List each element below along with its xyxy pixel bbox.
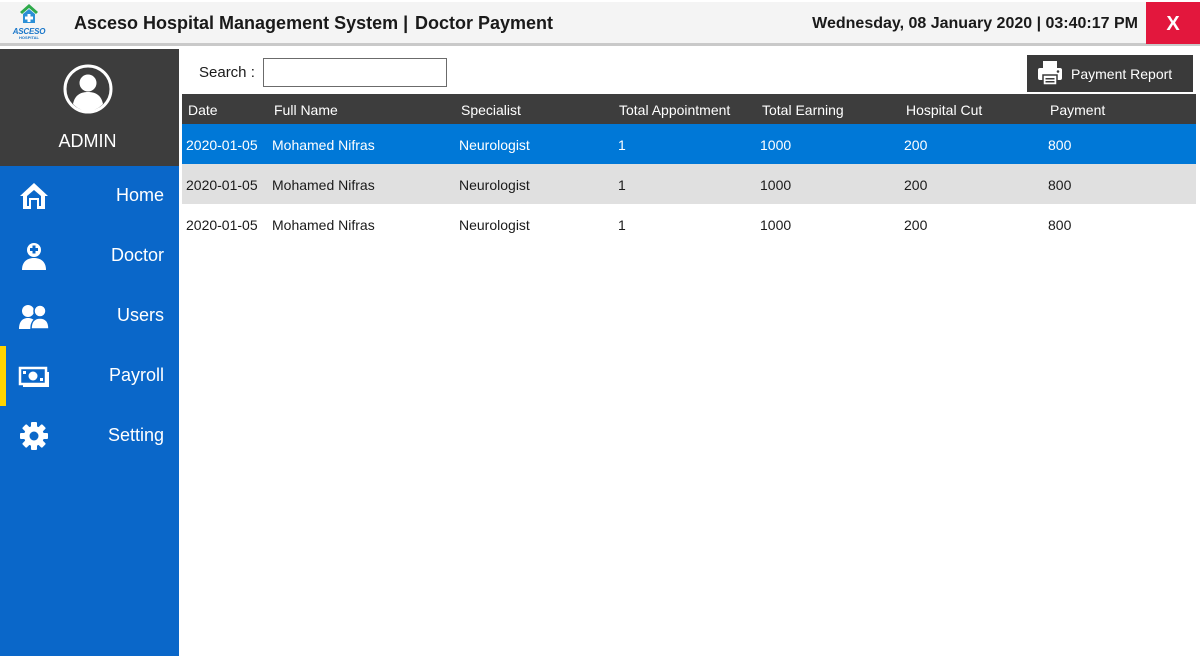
sidebar-item-home[interactable]: Home [0,166,179,226]
column-header-payment[interactable]: Payment [1050,102,1105,118]
cell-total-earning: 1000 [760,177,792,193]
cell-full-name: Mohamed Nifras [272,217,375,233]
datetime-display: Wednesday, 08 January 2020 | 03:40:17 PM [812,15,1138,32]
column-header-total-earning[interactable]: Total Earning [762,102,844,118]
cell-total-appointment: 1 [618,177,626,193]
sidebar-item-setting[interactable]: Setting [0,406,179,466]
gear-icon [20,422,48,450]
app-title: Asceso Hospital Management System | [74,13,409,33]
cell-payment: 800 [1048,217,1072,233]
user-name: ADMIN [58,131,117,151]
sidebar-item-label: Setting [107,425,164,445]
cell-hospital-cut: 200 [904,177,928,193]
cell-total-appointment: 1 [618,137,626,153]
cell-date: 2020-01-05 [186,137,258,153]
column-header-total-appointment[interactable]: Total Appointment [619,102,730,118]
cell-specialist: Neurologist [459,177,530,193]
active-indicator [0,346,6,406]
logo-subtext: HOSPITAL [19,35,39,40]
payment-report-button[interactable]: Payment Report [1027,55,1193,92]
cell-hospital-cut: 200 [904,217,928,233]
search-input[interactable] [263,58,447,87]
cell-specialist: Neurologist [459,137,530,153]
sidebar-item-label: Home [115,185,164,205]
sidebar-item-label: Payroll [108,365,164,385]
cell-payment: 800 [1048,177,1072,193]
home-icon [20,183,48,209]
close-button[interactable]: X [1146,2,1200,44]
cell-total-earning: 1000 [760,217,792,233]
column-header-specialist[interactable]: Specialist [461,102,521,118]
column-header-full-name[interactable]: Full Name [274,102,338,118]
logo-icon [20,4,38,23]
table-header: Date Full Name Specialist Total Appointm… [182,94,1196,124]
sidebar-item-label: Doctor [110,245,164,265]
user-profile: ADMIN [0,49,179,166]
users-icon [19,304,50,330]
cell-total-appointment: 1 [618,217,626,233]
cell-date: 2020-01-05 [186,177,258,193]
sidebar-item-payroll[interactable]: Payroll [0,346,179,406]
sidebar-item-label: Users [116,305,164,325]
sidebar-item-doctor[interactable]: Doctor [0,226,179,286]
cell-total-earning: 1000 [760,137,792,153]
column-header-date[interactable]: Date [188,102,218,118]
sidebar-item-users[interactable]: Users [0,286,179,346]
cell-date: 2020-01-05 [186,217,258,233]
cell-full-name: Mohamed Nifras [272,177,375,193]
cell-full-name: Mohamed Nifras [272,137,375,153]
column-header-hospital-cut[interactable]: Hospital Cut [906,102,982,118]
doctor-icon [22,243,46,270]
printer-icon [1038,61,1062,86]
payroll-icon [18,366,49,387]
hospital-logo: ASCESO HOSPITAL [9,2,49,44]
payment-table: Date Full Name Specialist Total Appointm… [182,94,1196,244]
table-row[interactable]: 2020-01-05 Mohamed Nifras Neurologist 1 … [182,204,1196,244]
search-label: Search : [199,64,255,81]
cell-payment: 800 [1048,137,1072,153]
page-title: Doctor Payment [415,13,554,33]
cell-hospital-cut: 200 [904,137,928,153]
title-bar: ASCESO HOSPITAL Asceso Hospital Manageme… [0,2,1200,46]
table-row[interactable]: 2020-01-05 Mohamed Nifras Neurologist 1 … [182,164,1196,204]
table-row[interactable]: 2020-01-05 Mohamed Nifras Neurologist 1 … [182,124,1196,164]
avatar-icon [63,64,113,114]
sidebar: ADMIN Home Doctor Users Payroll Setting [0,49,179,656]
cell-specialist: Neurologist [459,217,530,233]
payment-report-label: Payment Report [1071,66,1173,82]
